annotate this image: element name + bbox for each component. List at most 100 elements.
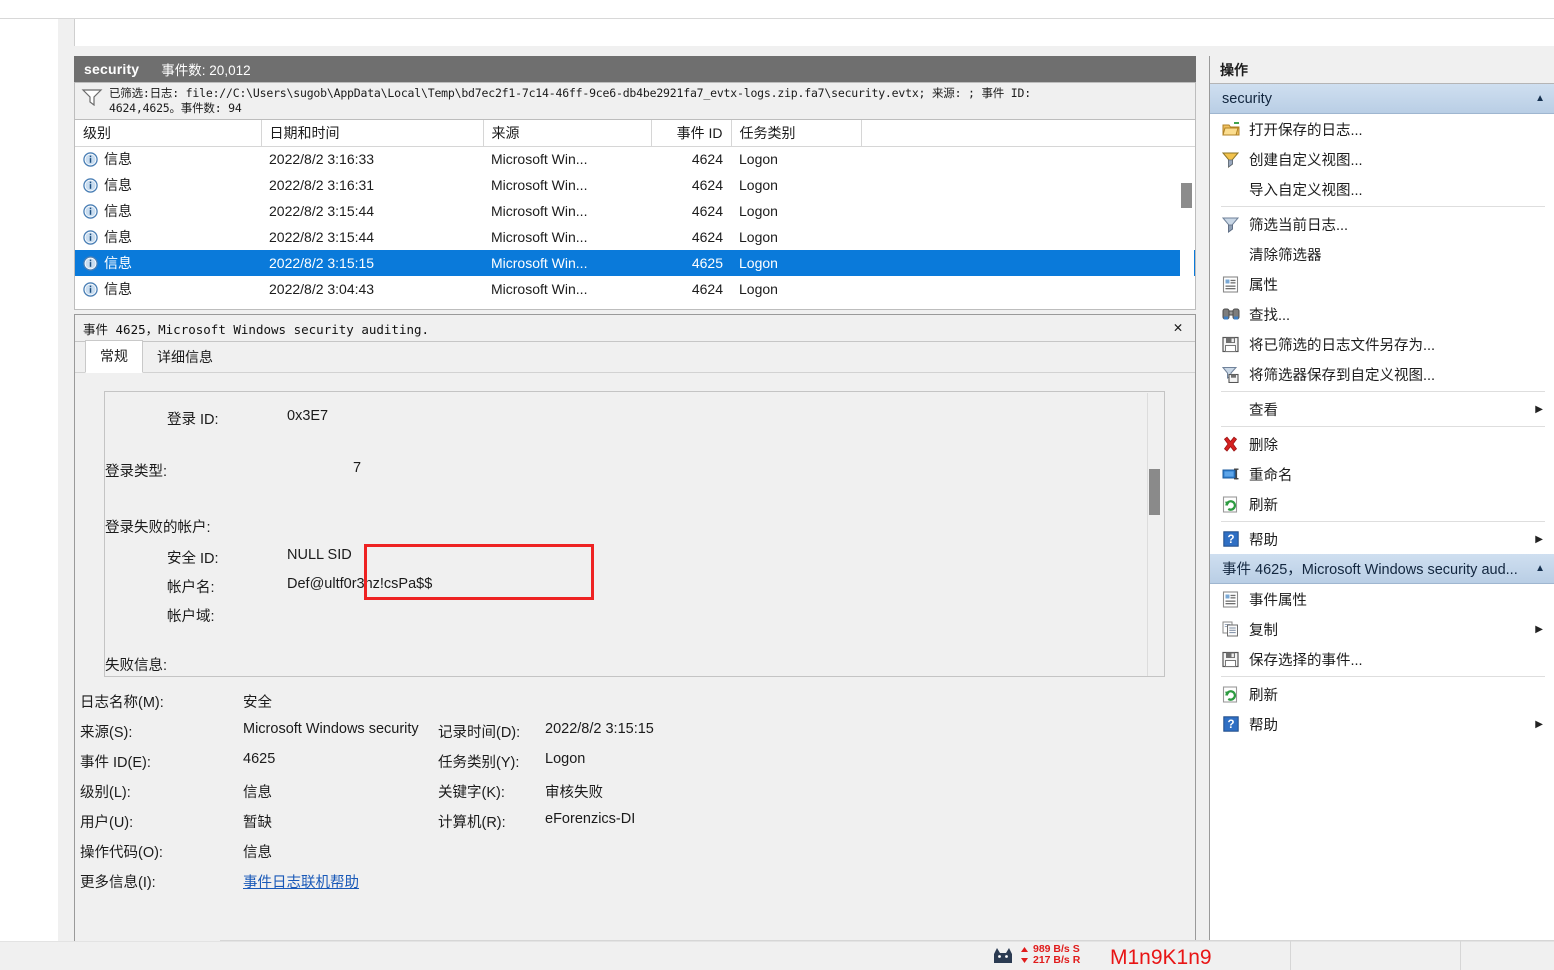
- detail-tabs: 常规 详细信息: [85, 340, 227, 373]
- action-item-label: 创建自定义视图...: [1249, 152, 1363, 169]
- cell-task-category: Logon: [739, 229, 778, 245]
- svg-text:?: ?: [1227, 534, 1234, 546]
- col-header-source[interactable]: 来源: [483, 120, 652, 147]
- event-body-box[interactable]: 登录 ID: 0x3E7 登录类型: 7 登录失败的帐户: 安全 ID: NUL…: [104, 391, 1165, 677]
- event-body-scroll-thumb[interactable]: [1149, 469, 1160, 515]
- close-icon[interactable]: ✕: [1169, 318, 1187, 336]
- event-list[interactable]: 级别 日期和时间 来源 事件 ID 任务类别 信息 2022/8/2 3:16:3…: [74, 120, 1196, 310]
- taskbar-separator-2: [1460, 941, 1461, 970]
- event-list-scroll-thumb[interactable]: [1181, 183, 1192, 208]
- menu-separator: [1221, 676, 1545, 677]
- action-item-label: 事件属性: [1249, 592, 1307, 609]
- logon-id-value: 0x3E7: [287, 408, 329, 424]
- cell-event-id: 4625: [651, 250, 731, 276]
- chevron-up-icon[interactable]: ▲: [1535, 563, 1545, 574]
- logon-type-value: 7: [353, 460, 362, 476]
- event-log-online-help-link[interactable]: 事件日志联机帮助: [243, 871, 359, 892]
- source-field-value: Microsoft Windows security: [243, 721, 419, 737]
- event-body-scrollbar[interactable]: [1147, 393, 1163, 676]
- action-item[interactable]: 将筛选器保存到自定义视图...: [1210, 359, 1554, 389]
- account-name-highlight-box: [364, 544, 594, 600]
- event-list-scrollbar[interactable]: [1180, 147, 1194, 309]
- table-row[interactable]: 信息 2022/8/2 3:04:43 Microsoft Win... 4624 Lo…: [75, 276, 1195, 302]
- action-item[interactable]: 查看 ▶: [1210, 394, 1554, 424]
- action-item[interactable]: 事件属性: [1210, 584, 1554, 614]
- cell-task-category: Logon: [739, 151, 778, 168]
- network-monitor[interactable]: 989 B/s S 217 B/s R: [990, 944, 1080, 966]
- col-header-task-category[interactable]: 任务类别: [731, 120, 862, 147]
- action-item-label: 打开保存的日志...: [1249, 122, 1363, 139]
- cell-source: Microsoft Win...: [491, 281, 588, 297]
- download-rate: 217 B/s R: [1033, 954, 1081, 966]
- chevron-right-icon[interactable]: ▶: [1535, 534, 1543, 545]
- cell-level: 信息: [75, 198, 261, 224]
- filter-bar[interactable]: 已筛选:日志: file://C:\Users\sugob\AppData\Lo…: [74, 82, 1196, 120]
- table-row[interactable]: 信息 2022/8/2 3:16:33 Microsoft Win... 4624 Lo…: [75, 146, 1195, 172]
- col-header-spacer: [861, 120, 1195, 147]
- table-row[interactable]: 信息 2022/8/2 3:15:44 Microsoft Win... 4624 Lo…: [75, 224, 1195, 250]
- chevron-right-icon[interactable]: ▶: [1535, 624, 1543, 635]
- action-item[interactable]: ? 帮助 ▶: [1210, 524, 1554, 554]
- action-item[interactable]: 创建自定义视图...: [1210, 144, 1554, 174]
- actions-group-title: security: [1222, 90, 1272, 107]
- computer-field-value: eForenzics-DI: [545, 811, 636, 827]
- action-item[interactable]: 刷新: [1210, 679, 1554, 709]
- action-item[interactable]: 打开保存的日志...: [1210, 114, 1554, 144]
- tab-general[interactable]: 常规: [85, 340, 143, 373]
- more-info-field-label: 更多信息(I):: [80, 875, 156, 891]
- cell-datetime: 2022/8/2 3:15:44: [269, 203, 375, 219]
- action-item[interactable]: 导入自定义视图...: [1210, 174, 1554, 204]
- actions-group-header[interactable]: security ▲: [1210, 84, 1554, 114]
- chevron-right-icon[interactable]: ▶: [1535, 719, 1543, 730]
- action-item[interactable]: 刷新: [1210, 489, 1554, 519]
- action-item-label: 查找...: [1249, 307, 1291, 324]
- refresh-icon: [1221, 495, 1240, 514]
- event-detail-panel: 事件 4625，Microsoft Windows security audit…: [74, 314, 1196, 942]
- action-item[interactable]: 将已筛选的日志文件另存为...: [1210, 329, 1554, 359]
- actions-pane: 操作 security ▲ 打开保存的日志... 创建自定义视图... 导入自定义视图.…: [1209, 56, 1554, 942]
- action-item[interactable]: ? 帮助 ▶: [1210, 709, 1554, 739]
- action-item[interactable]: 保存选择的事件...: [1210, 644, 1554, 674]
- action-item[interactable]: 删除: [1210, 429, 1554, 459]
- action-item-label: 帮助: [1249, 717, 1278, 734]
- cell-event-id: 4624: [691, 229, 723, 245]
- tree-pane[interactable]: [0, 46, 59, 943]
- action-item[interactable]: 查找...: [1210, 299, 1554, 329]
- action-item[interactable]: 复制 ▶: [1210, 614, 1554, 644]
- col-header-level[interactable]: 级别: [75, 120, 262, 147]
- copy-icon: [1221, 620, 1240, 639]
- help-icon: ?: [1221, 530, 1240, 549]
- cell-spacer: [861, 146, 1195, 172]
- save-filter-icon: [1221, 365, 1240, 384]
- cell-task-category: Logon: [739, 281, 778, 297]
- opcode-field-value: 信息: [243, 845, 272, 861]
- save-icon: [1221, 650, 1240, 669]
- col-header-datetime[interactable]: 日期和时间: [261, 120, 484, 147]
- rename-icon: [1221, 465, 1240, 484]
- event-body-content: 登录 ID: 0x3E7 登录类型: 7 登录失败的帐户: 安全 ID: NUL…: [105, 392, 1164, 676]
- actions-group-header[interactable]: 事件 4625，Microsoft Windows security aud..…: [1210, 554, 1554, 584]
- action-item[interactable]: 清除筛选器: [1210, 239, 1554, 269]
- cell-spacer: [861, 250, 1195, 276]
- table-row[interactable]: 信息 2022/8/2 3:15:15 Microsoft Win... 4625 Lo…: [75, 250, 1195, 276]
- chevron-right-icon[interactable]: ▶: [1535, 404, 1543, 415]
- table-row[interactable]: 信息 2022/8/2 3:15:44 Microsoft Win... 4624 Lo…: [75, 198, 1195, 224]
- task-category-field-label: 任务类别(Y):: [438, 755, 520, 771]
- menu-separator: [1221, 206, 1545, 207]
- action-item-label: 删除: [1249, 437, 1278, 454]
- action-item[interactable]: 重命名: [1210, 459, 1554, 489]
- table-row[interactable]: 信息 2022/8/2 3:16:31 Microsoft Win... 4624 Lo…: [75, 172, 1195, 198]
- field-row-user: 用户(U): 暂缺 计算机(R): eForenzics-DI: [80, 811, 1170, 841]
- col-header-event-id[interactable]: 事件 ID: [651, 120, 732, 147]
- log-name-field-label: 日志名称(M):: [80, 695, 164, 711]
- pane-splitter-right[interactable]: [1196, 56, 1209, 942]
- tab-details[interactable]: 详细信息: [143, 342, 227, 373]
- log-name-field-value: 安全: [243, 695, 272, 711]
- cell-source: Microsoft Win...: [491, 177, 588, 193]
- action-item-label: 将筛选器保存到自定义视图...: [1249, 367, 1436, 384]
- action-item[interactable]: 属性: [1210, 269, 1554, 299]
- taskbar: [0, 941, 1554, 970]
- tab-underline: [75, 372, 1195, 373]
- chevron-up-icon[interactable]: ▲: [1535, 93, 1545, 104]
- action-item[interactable]: 筛选当前日志...: [1210, 209, 1554, 239]
